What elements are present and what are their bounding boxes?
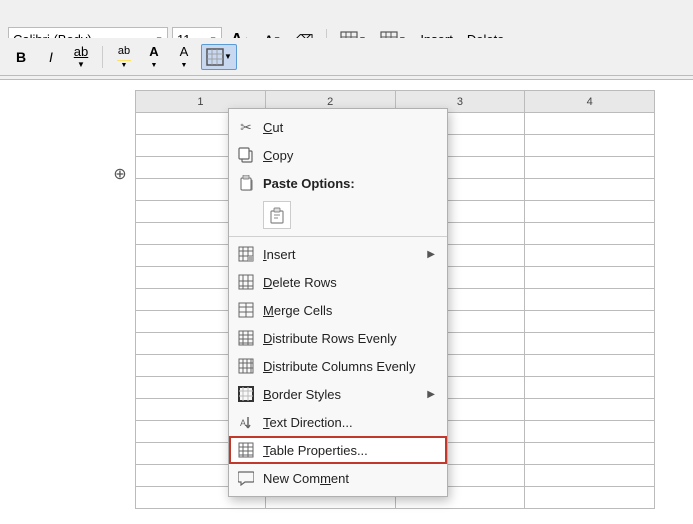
distribute-rows-label: Distribute Rows Evenly bbox=[263, 331, 435, 346]
cut-label: Cut bbox=[263, 120, 435, 135]
table-cell[interactable] bbox=[525, 311, 655, 333]
context-menu-text-direction[interactable]: A Text Direction... bbox=[229, 408, 447, 436]
shading-label: A bbox=[180, 44, 189, 59]
table-cell[interactable] bbox=[525, 421, 655, 443]
move-cursor-icon: ⊕ bbox=[110, 165, 130, 185]
text-direction-svg: A bbox=[238, 414, 254, 430]
table-cell[interactable] bbox=[525, 245, 655, 267]
context-menu-insert[interactable]: Insert ▶ bbox=[229, 240, 447, 268]
context-menu-paste-header: Paste Options: bbox=[229, 169, 447, 197]
svg-text:A: A bbox=[240, 418, 246, 428]
table-cell[interactable] bbox=[525, 487, 655, 509]
shading-dropdown: ▼ bbox=[181, 62, 188, 69]
table-cell[interactable] bbox=[525, 443, 655, 465]
borders-icon bbox=[206, 48, 224, 66]
merge-cells-icon bbox=[237, 301, 255, 319]
border-styles-submenu-arrow: ▶ bbox=[427, 389, 435, 400]
table-cell[interactable] bbox=[525, 267, 655, 289]
highlight-dropdown: ▼ bbox=[121, 62, 128, 69]
insert-submenu-arrow: ▶ bbox=[427, 249, 435, 260]
context-menu-table-properties[interactable]: Table Properties... bbox=[229, 436, 447, 464]
distribute-rows-svg bbox=[238, 330, 254, 346]
new-comment-svg bbox=[238, 470, 254, 486]
font-color-button[interactable]: A ▼ bbox=[141, 44, 167, 70]
toolbar-row2: B I ab ▼ ab ▼ A ▼ A ▼ ▼ bbox=[0, 38, 693, 76]
table-cell[interactable] bbox=[525, 355, 655, 377]
copy-label: Copy bbox=[263, 148, 435, 163]
insert-icon bbox=[237, 245, 255, 263]
distribute-rows-icon bbox=[237, 329, 255, 347]
table-cell[interactable] bbox=[525, 333, 655, 355]
borders-dropdown: ▼ bbox=[224, 52, 232, 61]
cut-icon: ✂ bbox=[237, 118, 255, 136]
paste-icon-button[interactable] bbox=[263, 201, 291, 229]
paste-clipboard-icon bbox=[268, 206, 286, 224]
context-menu-merge-cells[interactable]: Merge Cells bbox=[229, 296, 447, 324]
border-styles-svg bbox=[238, 386, 254, 402]
new-comment-label: New Comment bbox=[263, 471, 435, 486]
merge-cells-label: Merge Cells bbox=[263, 303, 435, 318]
table-cell[interactable] bbox=[525, 465, 655, 487]
table-cell[interactable] bbox=[525, 289, 655, 311]
table-cell[interactable] bbox=[525, 201, 655, 223]
toolbar-divider-2 bbox=[102, 46, 103, 68]
font-color-dropdown: ▼ bbox=[151, 62, 158, 69]
table-cell[interactable] bbox=[525, 179, 655, 201]
underline-button[interactable]: ab ▼ bbox=[68, 44, 94, 70]
border-styles-label: Border Styles bbox=[263, 387, 419, 402]
copy-icon bbox=[237, 146, 255, 164]
shading-button[interactable]: A ▼ bbox=[171, 44, 197, 70]
col-header-4: 4 bbox=[525, 91, 655, 113]
context-menu-new-comment[interactable]: New Comment bbox=[229, 464, 447, 492]
distribute-cols-svg bbox=[238, 358, 254, 374]
distribute-cols-label: Distribute Columns Evenly bbox=[263, 359, 435, 374]
bold-label: B bbox=[16, 49, 26, 65]
table-cell[interactable] bbox=[525, 399, 655, 421]
table-properties-icon bbox=[237, 441, 255, 459]
text-direction-label: Text Direction... bbox=[263, 415, 435, 430]
context-menu-cut[interactable]: ✂ Cut bbox=[229, 113, 447, 141]
context-menu: ✂ Cut Copy Paste Optio bbox=[228, 108, 448, 497]
menu-separator-1 bbox=[229, 236, 447, 237]
borders-button[interactable]: ▼ bbox=[201, 44, 237, 70]
paste-header-icon bbox=[237, 174, 255, 192]
distribute-cols-icon bbox=[237, 357, 255, 375]
insert-label: Insert bbox=[263, 247, 419, 262]
paste-icon-row bbox=[229, 197, 447, 233]
table-cell[interactable] bbox=[525, 157, 655, 179]
table-cell[interactable] bbox=[525, 223, 655, 245]
delete-rows-icon bbox=[237, 273, 255, 291]
border-styles-icon bbox=[237, 385, 255, 403]
context-menu-distribute-rows[interactable]: Distribute Rows Evenly bbox=[229, 324, 447, 352]
context-menu-distribute-cols[interactable]: Distribute Columns Evenly bbox=[229, 352, 447, 380]
context-menu-copy[interactable]: Copy bbox=[229, 141, 447, 169]
new-comment-icon bbox=[237, 469, 255, 487]
table-cell[interactable] bbox=[525, 377, 655, 399]
insert-svg-icon bbox=[238, 246, 254, 262]
delete-rows-label: Delete Rows bbox=[263, 275, 435, 290]
highlight-color-button[interactable]: ab ▼ bbox=[111, 44, 137, 70]
copy-svg-icon bbox=[238, 147, 254, 163]
table-cell[interactable] bbox=[525, 135, 655, 157]
paste-header-svg bbox=[238, 175, 254, 191]
highlight-bar bbox=[117, 60, 131, 61]
font-color-label: A bbox=[149, 44, 158, 59]
italic-label: I bbox=[49, 49, 53, 65]
underline-label: ab bbox=[74, 44, 88, 59]
table-properties-label: Table Properties... bbox=[263, 443, 435, 458]
underline-dropdown: ▼ bbox=[77, 60, 85, 69]
table-properties-svg bbox=[238, 442, 254, 458]
text-direction-icon: A bbox=[237, 413, 255, 431]
bold-button[interactable]: B bbox=[8, 44, 34, 70]
paste-options-label: Paste Options: bbox=[263, 176, 435, 191]
table-cell[interactable] bbox=[525, 113, 655, 135]
delete-rows-svg bbox=[238, 274, 254, 290]
context-menu-border-styles[interactable]: Border Styles ▶ bbox=[229, 380, 447, 408]
document-area: ⊕ 1 2 3 4 bbox=[0, 80, 693, 524]
merge-cells-svg bbox=[238, 302, 254, 318]
context-menu-delete-rows[interactable]: Delete Rows bbox=[229, 268, 447, 296]
italic-button[interactable]: I bbox=[38, 44, 64, 70]
highlight-text: ab bbox=[118, 45, 130, 57]
